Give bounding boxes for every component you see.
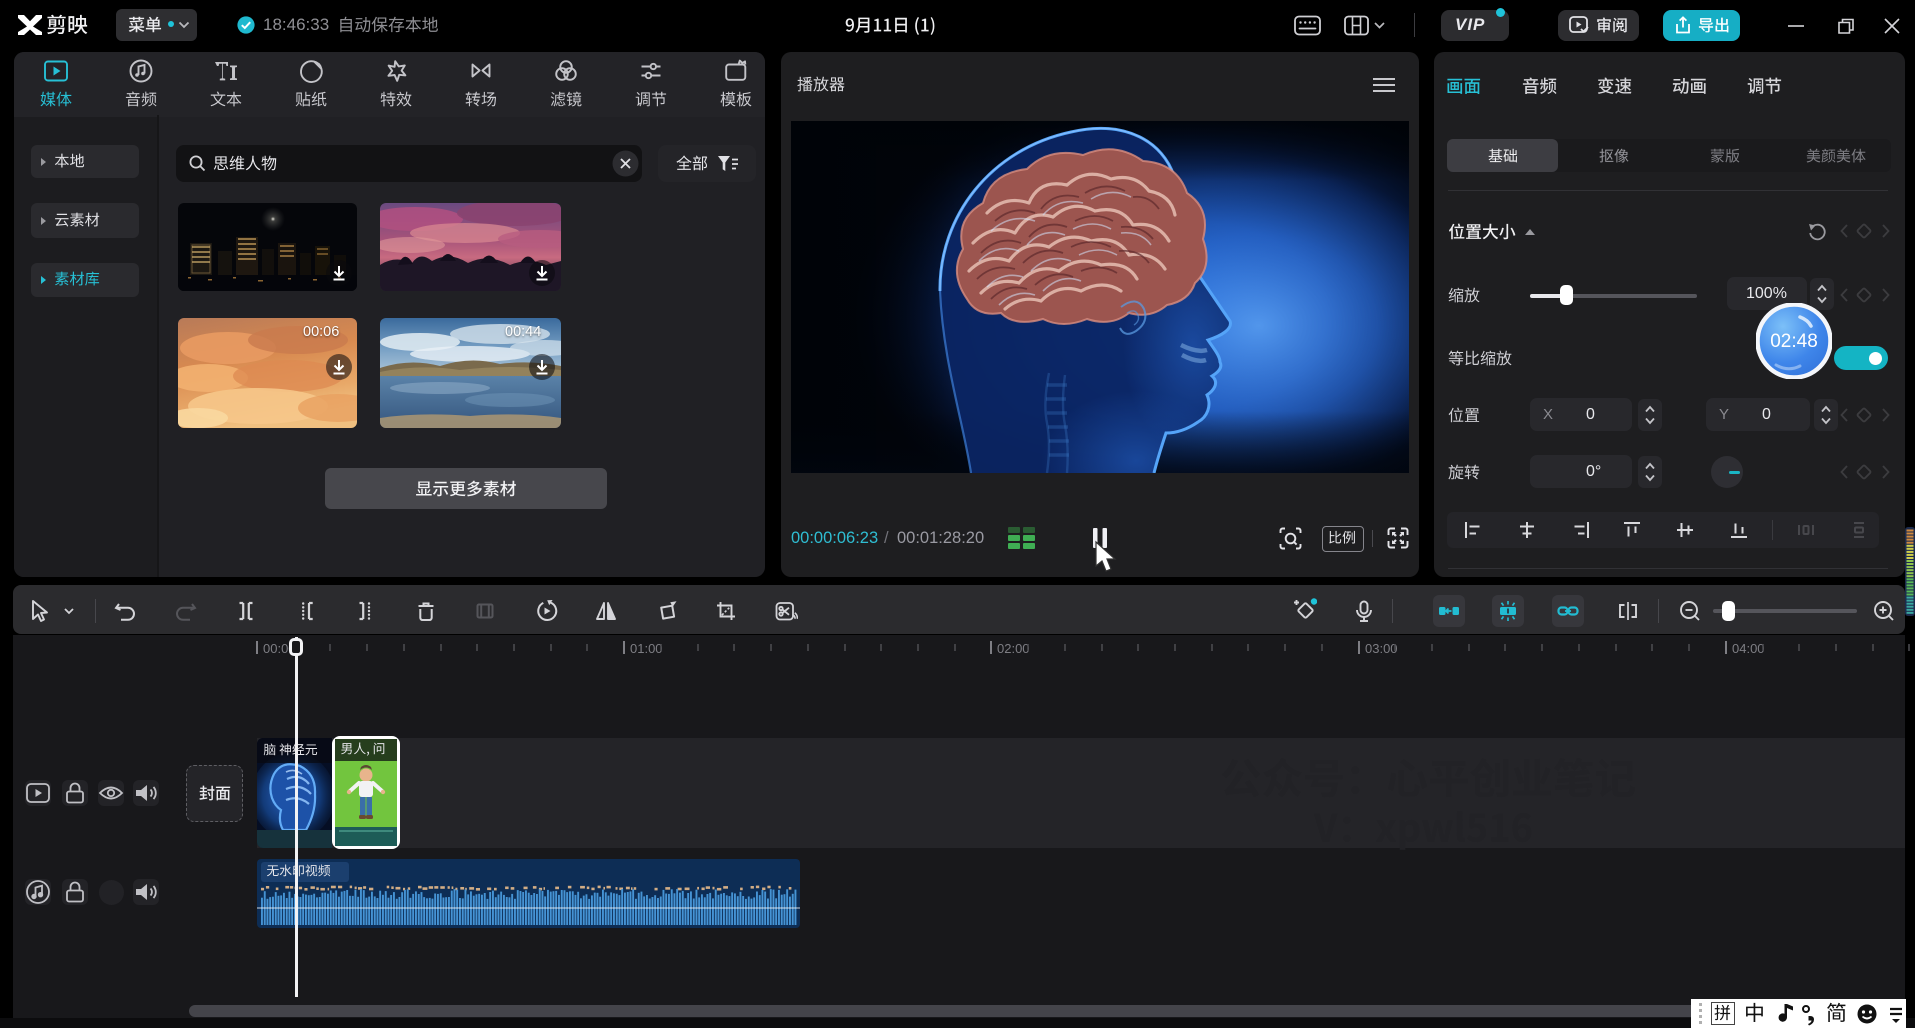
svg-text:01:00: 01:00: [630, 641, 663, 656]
svg-text:03:00: 03:00: [1365, 641, 1398, 656]
svg-text:04:00: 04:00: [1732, 641, 1765, 656]
svg-text:02:00: 02:00: [997, 641, 1030, 656]
